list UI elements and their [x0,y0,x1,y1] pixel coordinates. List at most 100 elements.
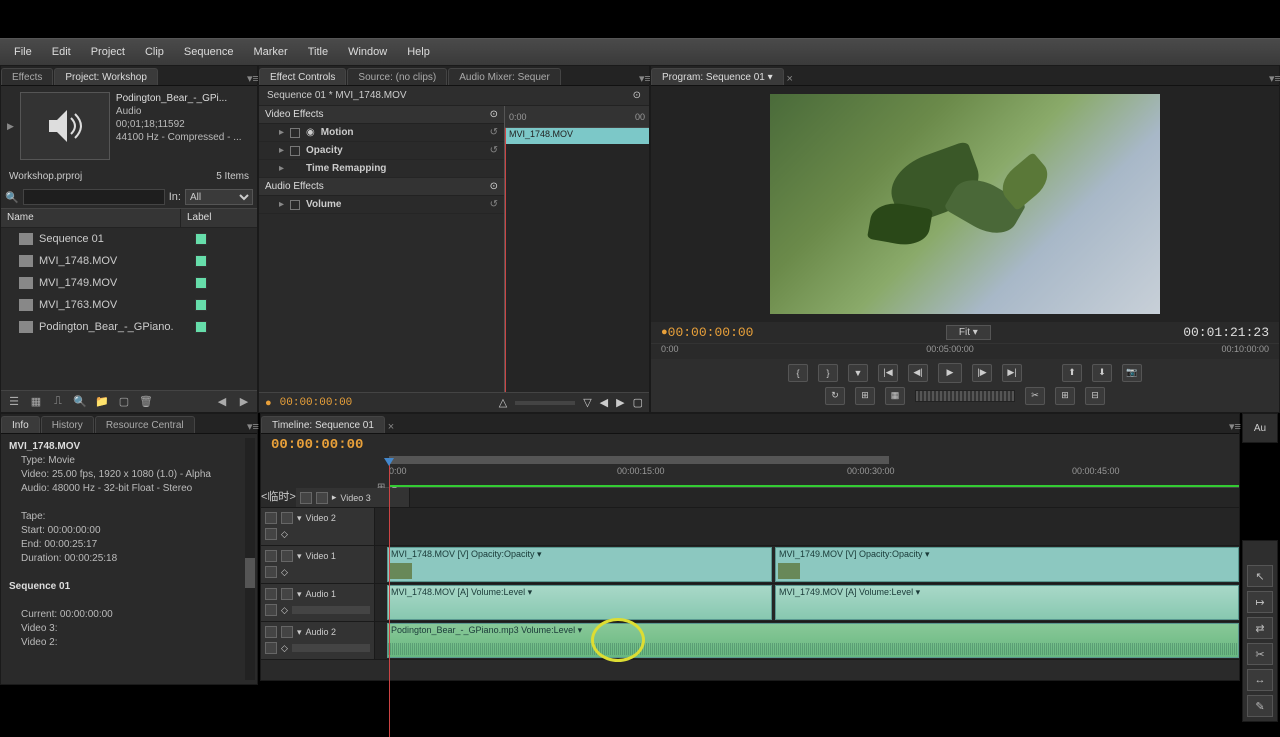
kf-icon[interactable] [265,642,277,654]
tab-program[interactable]: Program: Sequence 01 ▾ [651,68,784,85]
loop-button[interactable]: ↻ [825,387,845,405]
eye-icon[interactable] [300,492,312,504]
program-monitor[interactable] [651,86,1279,322]
trash-icon[interactable]: 🗑 [139,395,153,409]
menu-sequence[interactable]: Sequence [174,42,244,62]
tool-selection[interactable]: ↖ [1247,565,1273,587]
menu-clip[interactable]: Clip [135,42,174,62]
icon-view-icon[interactable]: ▦ [29,395,43,409]
tab-audio-mixer[interactable]: Audio Mixer: Sequer [448,68,561,85]
lock-icon[interactable] [316,492,328,504]
kf-nav-icon[interactable]: ◇ [281,567,288,578]
prev-icon[interactable]: ◀ [215,395,229,409]
in-select[interactable]: All [185,189,253,205]
tab-history[interactable]: History [41,416,94,433]
label-swatch[interactable] [195,255,207,267]
automate-icon[interactable]: ⎍ [51,395,65,409]
panel-menu-icon[interactable]: ▾≡ [1229,420,1239,433]
track-head-a1[interactable]: ▾Audio 1◇ [261,584,375,621]
panel-menu-icon[interactable]: ▾≡ [247,420,257,433]
menu-title[interactable]: Title [298,42,338,62]
list-item[interactable]: Sequence 01 [1,228,257,250]
go-out-button[interactable]: ▶| [1002,364,1022,382]
label-swatch[interactable] [195,321,207,333]
effect-time-remap[interactable]: ▸Time Remapping [259,160,504,178]
tool-razor[interactable]: ✂ [1247,643,1273,665]
label-swatch[interactable] [195,277,207,289]
output-button[interactable]: ▦ [885,387,905,405]
jog-wheel[interactable] [915,390,1015,402]
kf-nav-icon[interactable]: ◇ [281,605,288,616]
eye-icon[interactable] [265,550,277,562]
tool-slip[interactable]: ↔ [1247,669,1273,691]
program-tc-left[interactable]: 00:00:00:00 [668,325,754,340]
lock-icon[interactable] [281,550,293,562]
reset-icon[interactable]: ↺ [490,145,498,156]
tab-timeline[interactable]: Timeline: Sequence 01 [261,416,385,433]
tool-pen[interactable]: ✎ [1247,695,1273,717]
track-head-a2[interactable]: ▾Audio 2◇ [261,622,375,659]
close-icon[interactable]: × [785,73,795,85]
grid-button[interactable]: ⊞ [1055,387,1075,405]
track-head-v3[interactable]: ▸Video 3 [296,488,410,507]
set-in-button[interactable]: { [788,364,808,382]
prev-kf-icon[interactable]: ◀ [600,396,608,409]
trim-button[interactable]: ✂ [1025,387,1045,405]
clip-v1-a[interactable]: MVI_1748.MOV [V] Opacity:Opacity ▾ [387,547,772,582]
zoom-in-icon[interactable]: ▽ [583,396,591,409]
fit-select[interactable]: Fit ▾ [946,325,991,340]
panel-menu-icon[interactable]: ▾≡ [639,72,649,85]
play-button[interactable]: ▶ [938,363,962,383]
play-icon[interactable]: ▶ [7,121,14,132]
pin-icon[interactable]: ⊙ [633,90,641,101]
search-input[interactable] [23,189,165,205]
fx-icon[interactable] [290,128,300,138]
reset-icon[interactable]: ↺ [490,199,498,210]
tab-project[interactable]: Project: Workshop [54,68,158,85]
tab-info[interactable]: Info [1,416,40,433]
tab-effects[interactable]: Effects [1,68,53,85]
tab-audio-meters[interactable]: Au [1242,413,1278,443]
timeline-tc[interactable]: 00:00:00:00 [271,437,363,453]
playhead[interactable] [389,464,390,737]
clip-a2[interactable]: Podington_Bear_-_GPiano.mp3 Volume:Level… [387,623,1239,658]
grid2-button[interactable]: ⊟ [1085,387,1105,405]
menu-marker[interactable]: Marker [243,42,297,62]
fx-icon[interactable] [290,200,300,210]
col-label[interactable]: Label [181,209,257,227]
marker-button[interactable]: ▼ [848,364,868,382]
step-fwd-button[interactable]: |▶ [972,364,992,382]
kf-icon[interactable] [265,528,277,540]
reset-icon[interactable]: ↺ [490,127,498,138]
menu-file[interactable]: File [4,42,42,62]
next-kf-icon[interactable]: ▢ [633,396,643,409]
kf-nav-icon[interactable]: ◇ [281,529,288,540]
program-ruler[interactable]: 0:0000:05:00:0000:10:00:00 [651,343,1279,359]
tab-resource-central[interactable]: Resource Central [95,416,195,433]
lift-button[interactable]: ⬆ [1062,364,1082,382]
safe-margins-button[interactable]: ⊞ [855,387,875,405]
set-out-button[interactable]: } [818,364,838,382]
panel-menu-icon[interactable]: ▾≡ [247,72,257,85]
track-head-v2[interactable]: ▾Video 2◇ [261,508,375,545]
list-item[interactable]: MVI_1749.MOV [1,272,257,294]
tab-effect-controls[interactable]: Effect Controls [259,68,346,85]
tab-source[interactable]: Source: (no clips) [347,68,447,85]
find-icon[interactable]: 🔍 [73,395,87,409]
extract-button[interactable]: ⬇ [1092,364,1112,382]
menu-edit[interactable]: Edit [42,42,81,62]
clip-v1-b[interactable]: MVI_1749.MOV [V] Opacity:Opacity ▾ [775,547,1239,582]
label-swatch[interactable] [195,299,207,311]
new-bin-icon[interactable]: 📁 [95,395,109,409]
speaker-icon[interactable] [265,588,277,600]
timeline-ruler[interactable]: 0:00 00:00:15:00 00:00:30:00 00:00:45:00… [377,456,1239,488]
menu-help[interactable]: Help [397,42,440,62]
export-frame-button[interactable]: 📷 [1122,364,1142,382]
toggle-icon[interactable]: ⊙ [490,109,498,120]
lock-icon[interactable] [281,626,293,638]
menu-window[interactable]: Window [338,42,397,62]
col-name[interactable]: Name [1,209,181,227]
step-back-button[interactable]: ◀| [908,364,928,382]
dropdown-icon[interactable]: ▾ [768,72,773,83]
list-item[interactable]: Podington_Bear_-_GPiano. [1,316,257,338]
